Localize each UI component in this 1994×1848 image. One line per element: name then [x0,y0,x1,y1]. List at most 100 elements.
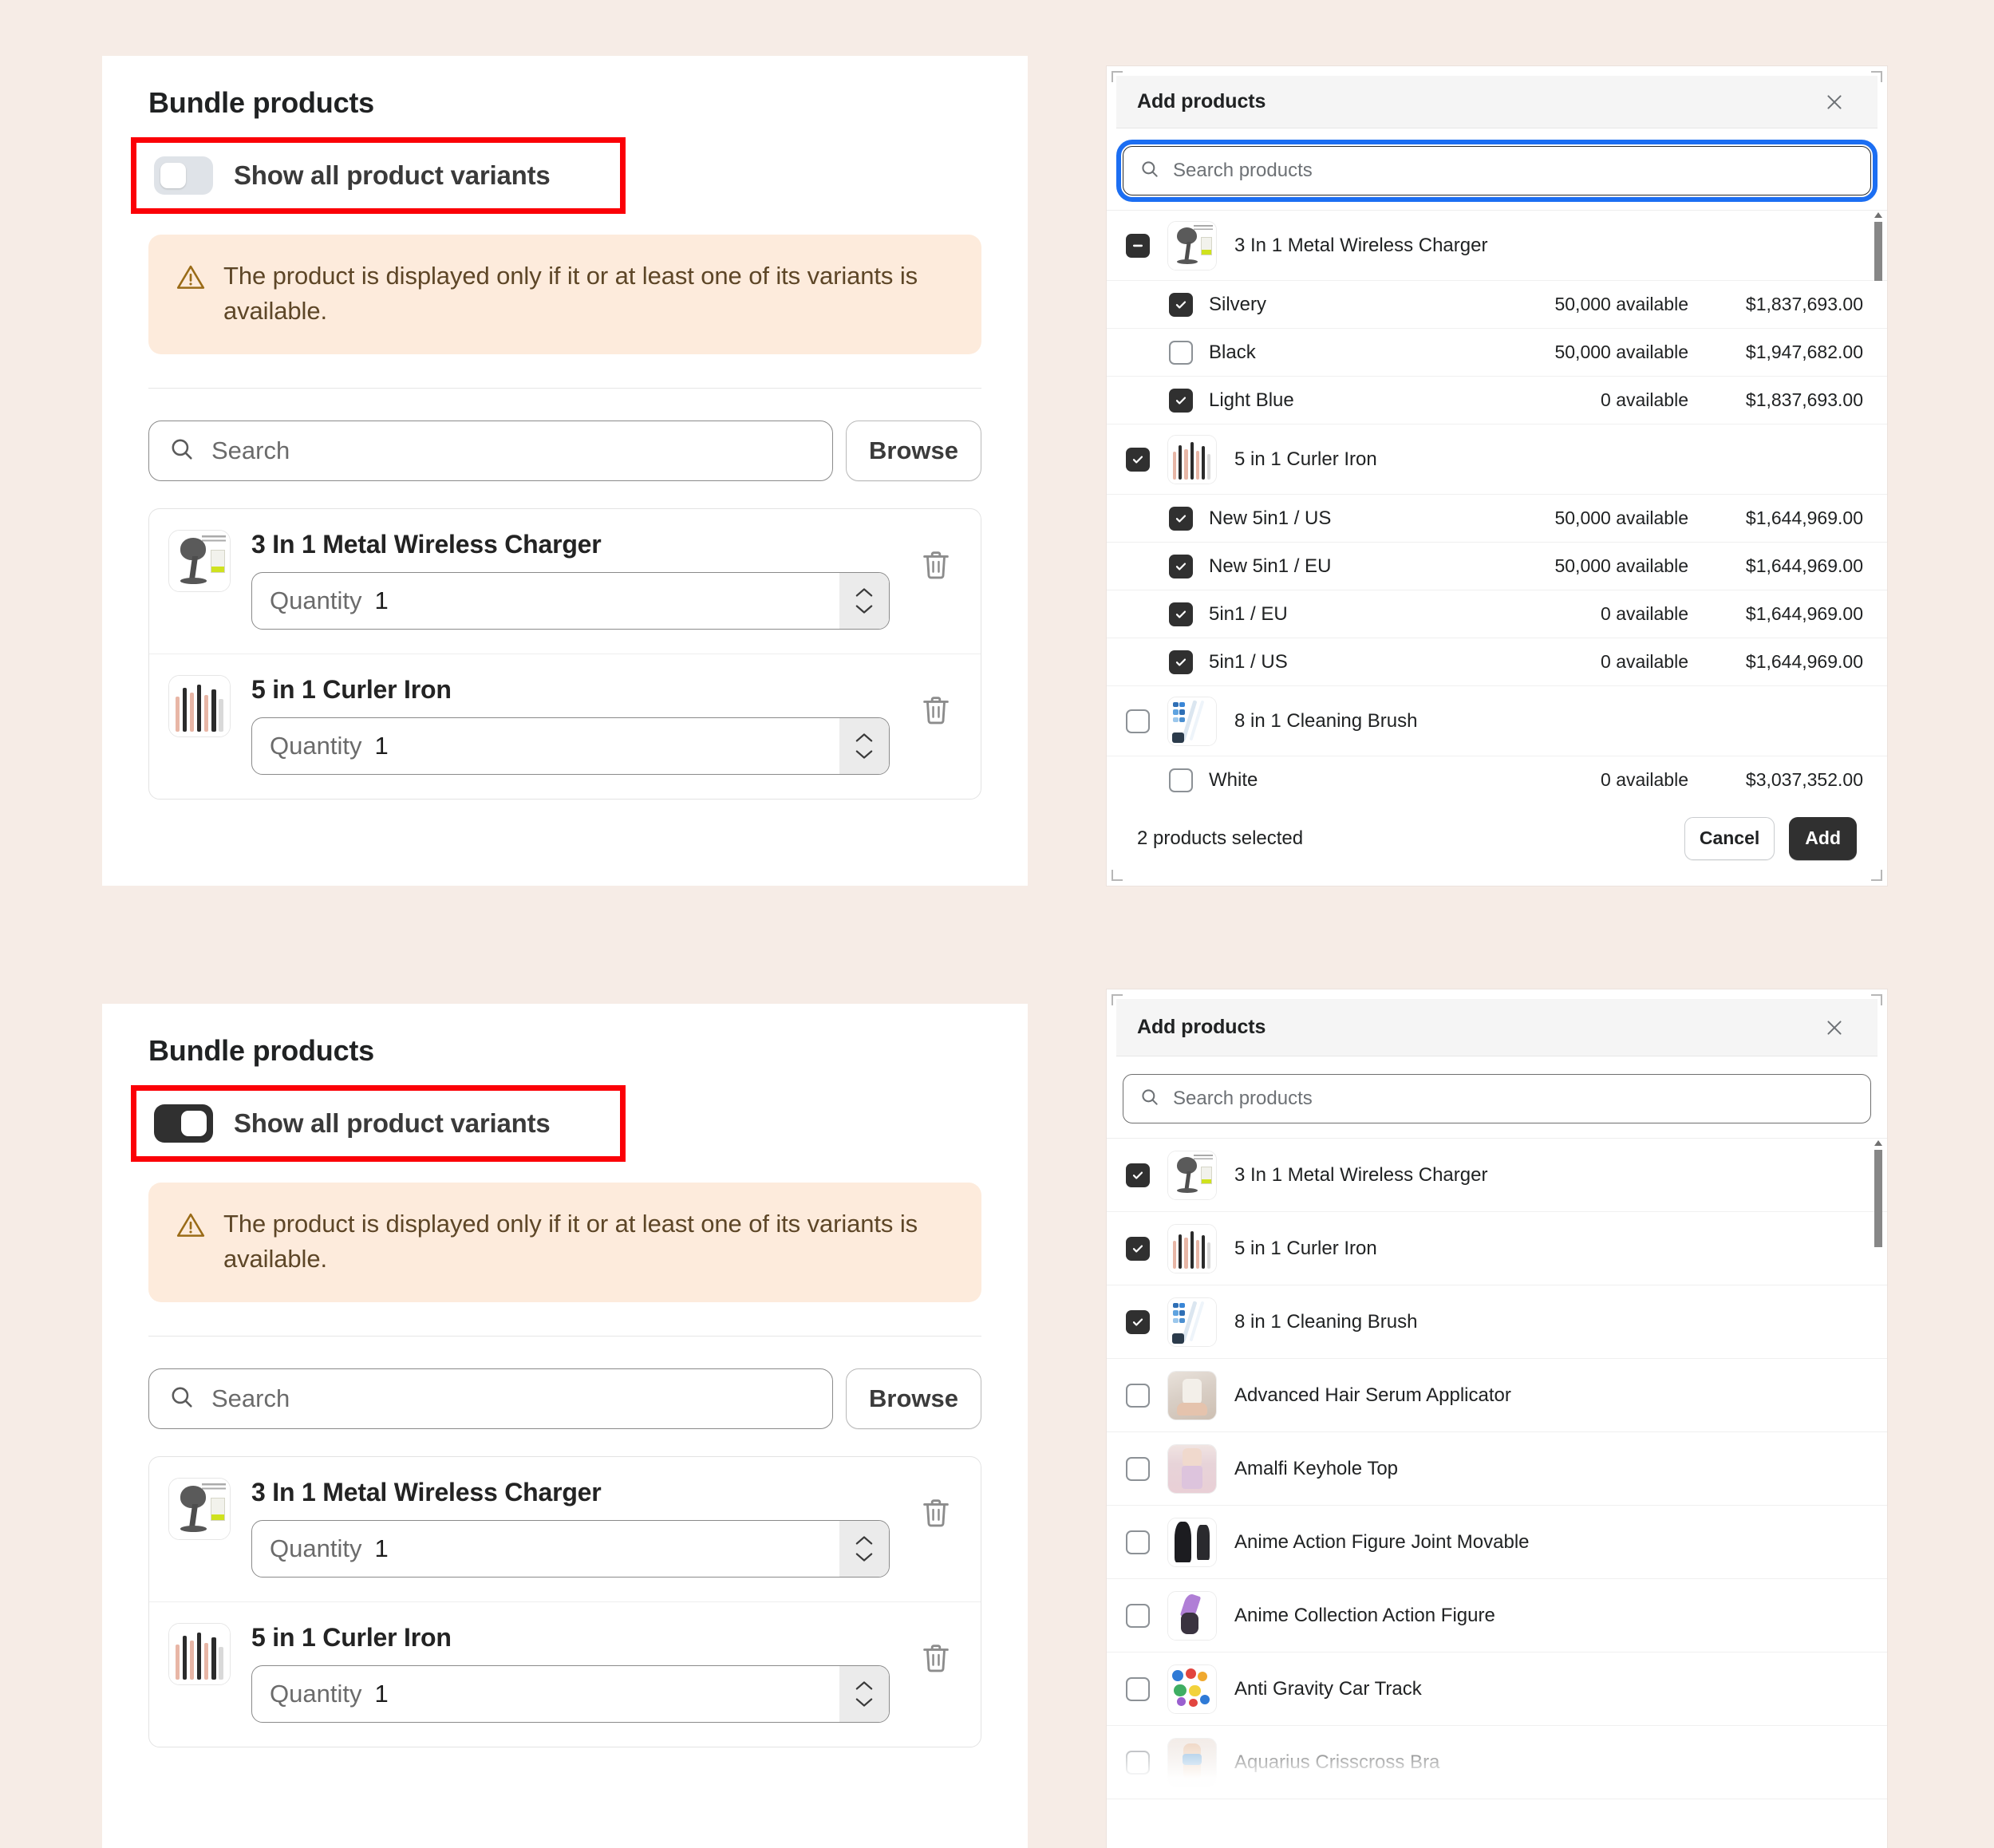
scrollbar-thumb[interactable] [1874,1150,1882,1247]
selection-count: 2 products selected [1137,827,1304,849]
variant-checkbox[interactable] [1169,292,1193,317]
product-list-bottom[interactable]: 3 In 1 Metal Wireless Charger 5 in 1 Cur… [1107,1138,1887,1834]
scrollbar-thumb[interactable] [1874,222,1882,282]
product-checkbox[interactable] [1126,1750,1150,1775]
quantity-label: Quantity [270,1534,362,1563]
search-input[interactable]: Search [148,1368,833,1430]
variant-row[interactable]: 5in1 / EU 0 available $1,644,969.00 [1107,590,1887,639]
variant-checkbox[interactable] [1169,340,1193,365]
product-row[interactable]: Anime Action Figure Joint Movable [1107,1506,1887,1579]
close-icon[interactable] [1818,86,1850,118]
product-row[interactable]: 5 in 1 Curler Iron [1107,1212,1887,1285]
browse-button[interactable]: Browse [846,1368,981,1430]
trash-icon [923,697,949,725]
product-row[interactable]: 8 in 1 Cleaning Brush [1107,1285,1887,1359]
product-row-partially-visible[interactable]: Aquarius Crisscross Bra [1107,1726,1887,1799]
search-placeholder: Search [211,436,290,465]
variant-row[interactable]: Silvery 50,000 available $1,837,693.00 [1107,281,1887,330]
group-checkbox[interactable] [1126,709,1150,733]
variant-price: $1,947,682.00 [1745,342,1863,363]
warning-triangle-icon [176,1210,206,1245]
search-input[interactable]: Search [148,421,833,482]
quantity-value: 1 [374,732,389,760]
group-checkbox[interactable] [1126,447,1150,472]
list-scrollbar[interactable] [1874,211,1882,800]
quantity-stepper[interactable]: Quantity 1 [251,717,890,776]
variant-checkbox[interactable] [1169,388,1193,413]
variant-name: White [1209,768,1258,791]
product-checkbox[interactable] [1126,1163,1150,1187]
variant-row[interactable]: New 5in1 / US 50,000 available $1,644,96… [1107,495,1887,543]
variant-row[interactable]: Black 50,000 available $1,947,682.00 [1107,329,1887,377]
top-thumbnail-icon [1167,1443,1217,1494]
list-scrollbar[interactable] [1874,1139,1882,1834]
product-search-placeholder: Search products [1173,160,1313,182]
product-row[interactable]: Amalfi Keyhole Top [1107,1432,1887,1506]
product-checkbox[interactable] [1126,1309,1150,1334]
variant-availability: 50,000 available [1554,294,1688,315]
modal-header: Add products [1116,999,1878,1056]
chevron-up-icon [855,733,873,742]
show-all-variants-label: Show all product variants [234,160,551,190]
show-all-variants-label: Show all product variants [234,1108,551,1138]
product-checkbox[interactable] [1126,1676,1150,1701]
quantity-spinner[interactable] [839,573,889,630]
delete-product-button[interactable] [910,1487,961,1538]
variant-price: $1,837,693.00 [1745,294,1863,315]
product-row[interactable]: Anime Collection Action Figure [1107,1579,1887,1653]
variant-price: $1,644,969.00 [1745,555,1863,577]
quantity-stepper[interactable]: Quantity 1 [251,1520,890,1578]
quantity-spinner[interactable] [839,1666,889,1723]
variant-row[interactable]: Light Blue 0 available $1,837,693.00 [1107,377,1887,425]
quantity-stepper[interactable]: Quantity 1 [251,1665,890,1724]
product-name: Anti Gravity Car Track [1234,1677,1422,1700]
product-row[interactable]: Advanced Hair Serum Applicator [1107,1359,1887,1432]
variant-row[interactable]: New 5in1 / EU 50,000 available $1,644,96… [1107,543,1887,591]
product-checkbox[interactable] [1126,1236,1150,1261]
delete-product-button[interactable] [910,539,961,590]
quantity-spinner[interactable] [839,1521,889,1578]
bundle-products-panel-bottom: Bundle products Show all product variant… [102,1004,1028,1848]
chevron-up-icon [855,1536,873,1545]
cancel-button[interactable]: Cancel [1684,816,1775,860]
product-search-input[interactable]: Search products [1123,1074,1871,1123]
product-row[interactable]: Anti Gravity Car Track [1107,1653,1887,1726]
product-name: Anime Collection Action Figure [1234,1604,1495,1626]
show-all-variants-toggle[interactable] [154,1104,213,1143]
quantity-spinner[interactable] [839,718,889,775]
scroll-up-arrow-icon[interactable] [1874,1140,1882,1146]
add-button[interactable]: Add [1789,816,1857,860]
delete-product-button[interactable] [910,1633,961,1684]
show-all-variants-toggle[interactable] [154,156,213,195]
product-group-row[interactable]: 8 in 1 Cleaning Brush [1107,686,1887,757]
product-group-row[interactable]: 3 In 1 Metal Wireless Charger [1107,211,1887,282]
product-list-top[interactable]: 3 In 1 Metal Wireless Charger Silvery 50… [1107,210,1887,800]
product-checkbox[interactable] [1126,1603,1150,1628]
product-search-input[interactable]: Search products [1116,140,1878,203]
scroll-up-arrow-icon[interactable] [1874,212,1882,219]
variant-name: Black [1209,341,1256,363]
group-checkbox-indeterminate[interactable] [1126,233,1150,258]
variant-checkbox[interactable] [1169,650,1193,674]
chevron-down-icon [855,605,873,614]
variant-availability: 50,000 available [1554,342,1688,363]
quantity-stepper[interactable]: Quantity 1 [251,572,890,630]
variant-row[interactable]: 5in1 / US 0 available $1,644,969.00 [1107,638,1887,687]
product-checkbox[interactable] [1126,1456,1150,1481]
variant-checkbox[interactable] [1169,554,1193,578]
variant-checkbox[interactable] [1169,506,1193,531]
variant-checkbox[interactable] [1169,768,1193,792]
add-products-modal-bottom: Add products Search products 3 In 1 Meta… [1107,989,1887,1848]
browse-button[interactable]: Browse [846,421,981,482]
warning-triangle-icon [176,263,206,297]
variant-checkbox[interactable] [1169,602,1193,626]
close-icon[interactable] [1818,1012,1850,1044]
product-group-row[interactable]: 5 in 1 Curler Iron [1107,424,1887,496]
product-checkbox[interactable] [1126,1530,1150,1554]
variant-price: $1,644,969.00 [1745,651,1863,673]
product-checkbox[interactable] [1126,1383,1150,1408]
search-icon [168,436,195,467]
delete-product-button[interactable] [910,685,961,736]
variant-row[interactable]: White 0 available $3,037,352.00 [1107,756,1887,800]
product-row[interactable]: 3 In 1 Metal Wireless Charger [1107,1139,1887,1212]
